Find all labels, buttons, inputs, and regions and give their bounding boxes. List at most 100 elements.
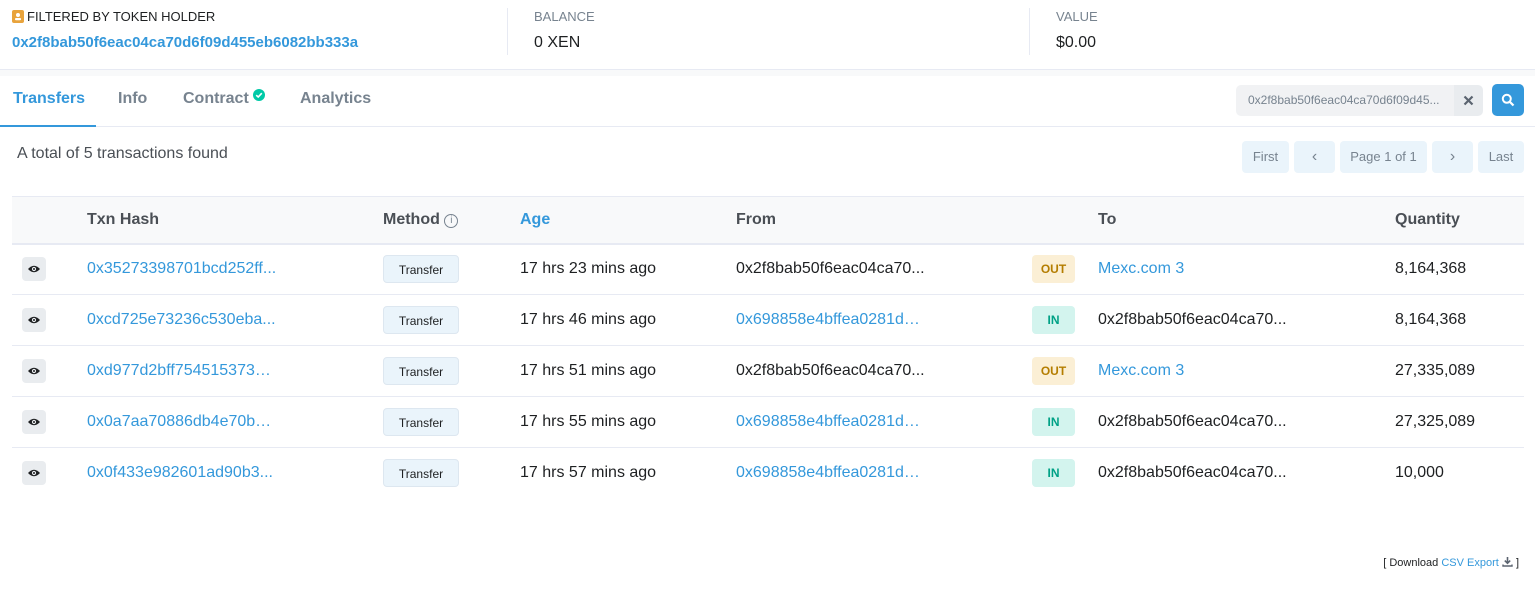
to-cell: 0x2f8bab50f6eac04ca70... — [1098, 448, 1395, 499]
table-row: 0x0f433e982601ad90b3... Transfer 17 hrs 57… — [12, 448, 1524, 499]
search-button[interactable] — [1492, 84, 1524, 116]
pagination-first-button[interactable]: First — [1242, 141, 1289, 173]
column-header-direction — [1032, 196, 1098, 245]
table-row: 0x35273398701bcd252ff... Transfer 17 hrs 2… — [12, 243, 1524, 295]
method-cell: Transfer — [383, 396, 520, 448]
txn-hash-link[interactable]: 0x0f433e982601ad90b3... — [87, 464, 273, 482]
table-row: 0xd977d2bff7545153730... Transfer 17 hrs 5… — [12, 345, 1524, 397]
age-cell: 17 hrs 57 mins ago — [520, 464, 657, 482]
direction-badge: OUT — [1032, 357, 1075, 385]
tab-analytics[interactable]: Analytics — [300, 76, 371, 127]
header-label: Age — [520, 210, 551, 228]
method-cell: Transfer — [383, 294, 520, 346]
age-cell: 17 hrs 55 mins ago — [520, 396, 736, 448]
pagination-next-button[interactable]: › — [1432, 141, 1473, 173]
age-cell: 17 hrs 23 mins ago — [520, 243, 736, 295]
direction-cell: OUT — [1032, 243, 1098, 295]
clear-search-button[interactable] — [1454, 85, 1483, 116]
token-holder-header: FILTERED BY TOKEN HOLDER 0x2f8bab50f6eac… — [0, 0, 1535, 70]
table-header-row: Txn Hash Method i Age From To Quantity — [12, 196, 1524, 245]
quantity-cell: 27,335,089 — [1395, 345, 1524, 397]
search-icon — [1501, 93, 1515, 107]
to-address[interactable]: Mexc.com 3 — [1098, 260, 1184, 278]
value-column: VALUE $0.00 — [1056, 0, 1526, 70]
download-icon — [1502, 557, 1513, 567]
txn-hash-link[interactable]: 0x35273398701bcd252ff... — [87, 260, 276, 278]
close-icon — [1463, 95, 1474, 106]
csv-export-link[interactable]: CSV Export — [1441, 557, 1516, 569]
txn-hash-cell: 0xcd725e73236c530eba... — [87, 294, 383, 346]
direction-badge: OUT — [1032, 255, 1075, 284]
value-value: $0.00 — [1056, 34, 1097, 51]
from-address[interactable]: 0x698858e4bffea0281d5... — [736, 413, 926, 431]
eye-icon[interactable] — [22, 359, 46, 383]
eye-icon[interactable] — [22, 461, 46, 486]
direction-cell: IN — [1032, 396, 1098, 448]
to-cell: Mexc.com 3 — [1098, 243, 1395, 295]
txn-hash-cell: 0x35273398701bcd252ff... — [87, 243, 383, 295]
pagination-prev-button[interactable]: ‹ — [1294, 141, 1335, 173]
info-icon[interactable]: i — [444, 213, 459, 228]
divider — [1029, 8, 1030, 55]
from-address[interactable]: 0x698858e4bffea0281d5... — [736, 311, 926, 329]
method-cell: Transfer — [383, 448, 520, 499]
to-address: 0x2f8bab50f6eac04ca70... — [1098, 412, 1287, 430]
balance-label: BALANCE — [534, 9, 595, 24]
method-badge: Transfer — [383, 357, 459, 385]
txn-hash-cell: 0x0a7aa70886db4e70be... — [87, 396, 383, 448]
method-badge: Transfer — [383, 306, 459, 334]
tab-contract[interactable]: Contract — [183, 76, 265, 127]
holder-address-link[interactable]: 0x2f8bab50f6eac04ca70d6f09d455eb6082bb33… — [12, 34, 358, 51]
column-header-age[interactable]: Age — [520, 196, 736, 245]
to-address: 0x2f8bab50f6eac04ca70... — [1098, 464, 1287, 482]
eye-icon[interactable] — [22, 257, 46, 282]
direction-badge: IN — [1032, 459, 1075, 488]
method-cell: Transfer — [383, 243, 520, 295]
from-cell: 0x2f8bab50f6eac04ca70... — [736, 345, 1032, 397]
pagination-last-button[interactable]: Last — [1478, 141, 1524, 173]
csv-label: CSV Export — [1441, 557, 1499, 569]
value-label: VALUE — [1056, 9, 1098, 24]
txn-hash-link[interactable]: 0x0a7aa70886db4e70be... — [87, 413, 277, 431]
direction-cell: IN — [1032, 448, 1098, 499]
from-cell: 0x698858e4bffea0281d5... — [736, 448, 1032, 499]
eye-icon[interactable] — [22, 308, 46, 332]
quantity-cell: 10,000 — [1395, 464, 1444, 482]
download-prefix: [ Download — [1383, 557, 1439, 569]
from-address: 0x2f8bab50f6eac04ca70... — [736, 361, 925, 379]
to-cell: 0x2f8bab50f6eac04ca70... — [1098, 396, 1395, 448]
column-header-quantity: Quantity — [1395, 196, 1524, 245]
direction-badge: IN — [1032, 408, 1075, 436]
header-label: Method — [383, 210, 440, 228]
csv-export-footer: [ Download CSV Export ] — [1383, 556, 1519, 569]
to-address: 0x2f8bab50f6eac04ca70... — [1098, 310, 1287, 328]
tab-label: Info — [118, 90, 148, 107]
view-cell — [12, 396, 87, 448]
direction-badge: IN — [1032, 306, 1075, 334]
view-cell — [12, 294, 87, 346]
header-label: Txn Hash — [87, 210, 160, 228]
holder-filter-column: FILTERED BY TOKEN HOLDER 0x2f8bab50f6eac… — [12, 0, 492, 70]
to-cell: 0x2f8bab50f6eac04ca70... — [1098, 294, 1395, 346]
from-cell: 0x2f8bab50f6eac04ca70... — [736, 243, 1032, 295]
balance-value: 0 XEN — [534, 34, 581, 51]
eye-icon[interactable] — [22, 410, 46, 434]
txn-hash-link[interactable]: 0xd977d2bff7545153730... — [87, 362, 277, 380]
holder-badge-icon — [12, 10, 24, 23]
tab-info[interactable]: Info — [118, 76, 147, 127]
view-cell — [12, 243, 87, 295]
tab-bar: Transfers Info Contract Analytics 0x2f8b… — [0, 76, 1535, 127]
tab-transfers[interactable]: Transfers — [0, 76, 96, 127]
to-cell: Mexc.com 3 — [1098, 345, 1395, 397]
table-row: 0x0a7aa70886db4e70be... Transfer 17 hrs 55… — [12, 396, 1524, 448]
address-search-input[interactable]: 0x2f8bab50f6eac04ca70d6f09d45... — [1236, 85, 1454, 116]
column-header-from: From — [736, 196, 1032, 245]
method-badge: Transfer — [383, 459, 459, 488]
from-address[interactable]: 0x698858e4bffea0281d5... — [736, 464, 926, 482]
txn-hash-link[interactable]: 0xcd725e73236c530eba... — [87, 311, 276, 329]
table-row: 0xcd725e73236c530eba... Transfer 17 hrs 46… — [12, 294, 1524, 346]
quantity-cell: 8,164,368 — [1395, 243, 1524, 295]
from-address: 0x2f8bab50f6eac04ca70... — [736, 260, 925, 278]
to-address[interactable]: Mexc.com 3 — [1098, 362, 1184, 380]
pagination-page-indicator: Page 1 of 1 — [1340, 141, 1427, 173]
